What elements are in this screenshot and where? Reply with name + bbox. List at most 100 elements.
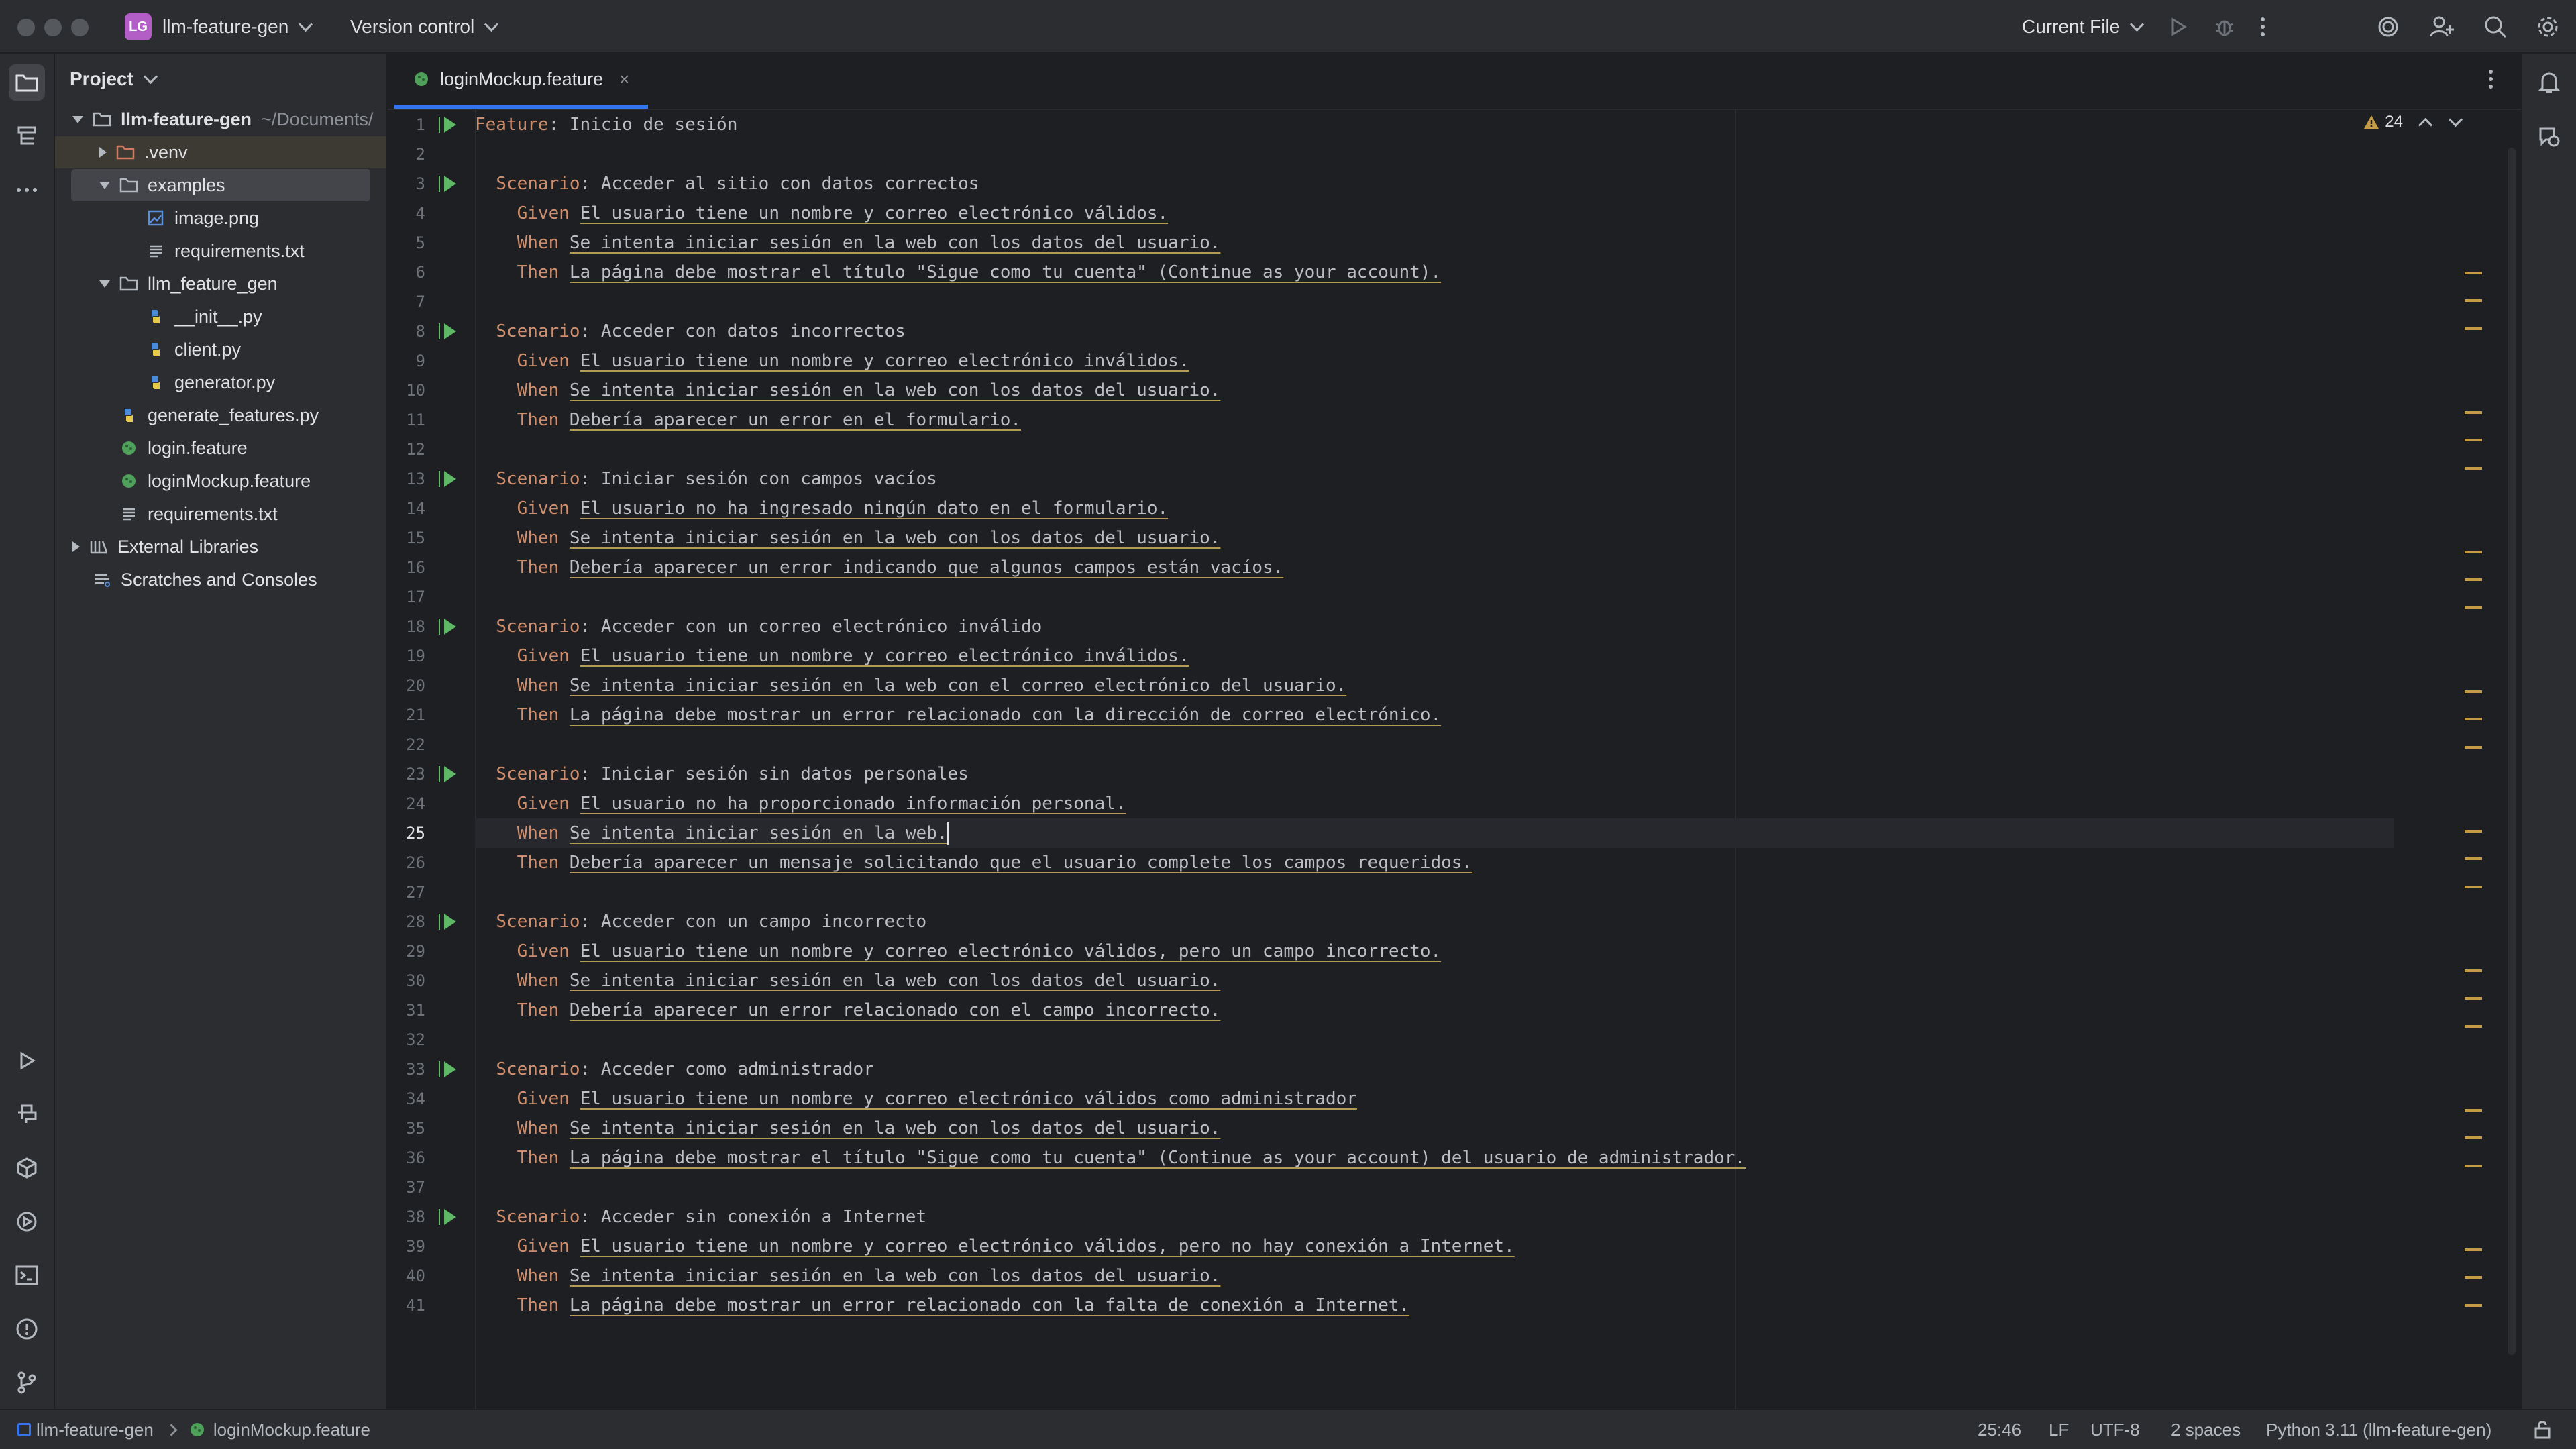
- tree-item[interactable]: llm_feature_gen: [55, 268, 386, 300]
- indent-setting[interactable]: 2 spaces: [2171, 1410, 2241, 1449]
- chevron-down-icon[interactable]: [2448, 112, 2463, 127]
- python-packages-button[interactable]: [9, 1150, 45, 1186]
- gear-icon: [2538, 17, 2558, 37]
- run-scenario-icon[interactable]: [439, 1209, 456, 1225]
- ai-chat-button[interactable]: [2531, 118, 2567, 154]
- tree-item[interactable]: image.png: [55, 202, 386, 234]
- run-scenario-icon[interactable]: [439, 471, 456, 487]
- tree-item[interactable]: External Libraries: [55, 531, 386, 563]
- warning-stripe-mark[interactable]: [2465, 411, 2482, 414]
- terminal-tool-button[interactable]: [9, 1257, 45, 1293]
- editor-gutter[interactable]: 1 2 3 4 5 6 7 8 9 10 11 12 13 14 15 16 17 18 19 20 21 22 23 24 2…: [388, 110, 475, 1409]
- editor-tab-loginmockup[interactable]: loginMockup.feature ×: [394, 54, 649, 109]
- more-tools-button[interactable]: [9, 172, 45, 208]
- line-separator[interactable]: LF: [2049, 1410, 2069, 1449]
- breadcrumb-project[interactable]: llm-feature-gen: [36, 1419, 154, 1440]
- code-with-me-button[interactable]: [2427, 12, 2457, 42]
- warning-stripe-mark[interactable]: [2465, 690, 2482, 693]
- settings-button[interactable]: [2533, 12, 2563, 42]
- warning-stripe-mark[interactable]: [2465, 1276, 2482, 1279]
- window-close-button[interactable]: [17, 19, 35, 36]
- caret-position[interactable]: 25:46: [1978, 1410, 2021, 1449]
- warning-stripe-mark[interactable]: [2465, 550, 2482, 553]
- tree-item[interactable]: examples: [71, 169, 370, 201]
- gherkin-keyword: Then: [517, 262, 559, 282]
- warning-stripe-mark[interactable]: [2465, 439, 2482, 442]
- tree-item[interactable]: requirements.txt: [55, 498, 386, 530]
- tree-item[interactable]: requirements.txt: [55, 235, 386, 267]
- run-scenario-icon[interactable]: [439, 1061, 456, 1077]
- problems-tool-button[interactable]: [9, 1311, 45, 1347]
- tree-item[interactable]: generator.py: [55, 366, 386, 398]
- chevron-down-icon[interactable]: [99, 181, 110, 189]
- more-actions-button[interactable]: [2259, 0, 2266, 54]
- tree-item[interactable]: Scratches and Consoles: [55, 564, 386, 596]
- warning-stripe-mark[interactable]: [2465, 1165, 2482, 1167]
- file-encoding[interactable]: UTF-8: [2090, 1410, 2140, 1449]
- version-control-menu[interactable]: Version control: [350, 0, 499, 54]
- run-scenario-icon[interactable]: [439, 117, 456, 133]
- tree-item[interactable]: client.py: [55, 333, 386, 366]
- warning-stripe-mark[interactable]: [2465, 606, 2482, 609]
- warning-stripe-mark[interactable]: [2465, 857, 2482, 861]
- run-scenario-icon[interactable]: [439, 914, 456, 930]
- run-scenario-icon[interactable]: [439, 766, 456, 782]
- run-button[interactable]: [2168, 0, 2188, 54]
- tree-item-label: Scratches and Consoles: [121, 569, 317, 590]
- window-zoom-button[interactable]: [71, 19, 89, 36]
- warning-stripe-mark[interactable]: [2465, 467, 2482, 470]
- warning-stripe-mark[interactable]: [2465, 1108, 2482, 1112]
- project-switcher[interactable]: LG llm-feature-gen: [125, 0, 313, 54]
- warning-stripe-mark[interactable]: [2465, 1136, 2482, 1140]
- ai-assistant-button[interactable]: [2373, 12, 2403, 42]
- close-tab-button[interactable]: ×: [619, 69, 629, 90]
- structure-tool-button[interactable]: [9, 118, 45, 154]
- window-minimize-button[interactable]: [44, 19, 62, 36]
- project-panel-header[interactable]: Project: [70, 68, 158, 90]
- chevron-right-icon[interactable]: [99, 147, 107, 158]
- run-tool-button[interactable]: [9, 1042, 45, 1079]
- warning-stripe-mark[interactable]: [2465, 829, 2482, 833]
- search-everywhere-button[interactable]: [2481, 12, 2510, 42]
- warning-stripe-mark[interactable]: [2465, 997, 2482, 1000]
- inspection-widget[interactable]: 24: [2363, 112, 2463, 132]
- gherkin-keyword: When: [517, 528, 559, 548]
- python-console-button[interactable]: [9, 1096, 45, 1132]
- git-tool-button[interactable]: [9, 1364, 45, 1401]
- chevron-right-icon[interactable]: [72, 541, 80, 552]
- tree-item[interactable]: __init__.py: [55, 301, 386, 333]
- run-scenario-icon[interactable]: [439, 619, 456, 635]
- run-scenario-icon[interactable]: [439, 323, 456, 339]
- run-scenario-icon[interactable]: [439, 176, 456, 192]
- python-interpreter[interactable]: Python 3.11 (llm-feature-gen): [2266, 1410, 2491, 1449]
- vertical-scrollbar[interactable]: [2508, 148, 2516, 1355]
- run-configuration-selector[interactable]: Current File: [2022, 0, 2145, 54]
- services-tool-button[interactable]: [9, 1203, 45, 1240]
- tree-item[interactable]: .venv: [55, 136, 386, 168]
- warning-stripe-mark[interactable]: [2465, 271, 2482, 274]
- tree-item[interactable]: generate_features.py: [55, 399, 386, 431]
- warning-stripe-mark[interactable]: [2465, 746, 2482, 749]
- warning-stripe-mark[interactable]: [2465, 299, 2482, 303]
- breadcrumb-file[interactable]: loginMockup.feature: [213, 1419, 370, 1440]
- warning-stripe-mark[interactable]: [2465, 718, 2482, 721]
- debug-button[interactable]: [2214, 0, 2235, 54]
- warning-stripe-mark[interactable]: [2465, 578, 2482, 582]
- warning-stripe-mark[interactable]: [2465, 885, 2482, 888]
- project-tool-button[interactable]: [9, 64, 45, 101]
- read-only-toggle[interactable]: [2533, 1410, 2552, 1449]
- chevron-down-icon[interactable]: [72, 115, 83, 123]
- warning-stripe-mark[interactable]: [2465, 969, 2482, 972]
- warning-stripe-mark[interactable]: [2465, 1025, 2482, 1028]
- code-content[interactable]: Feature: Inicio de sesión Scenario: Acce…: [475, 110, 2481, 1409]
- tab-options-button[interactable]: [2487, 68, 2494, 93]
- notifications-button[interactable]: [2531, 64, 2567, 101]
- tree-item[interactable]: llm-feature-gen ~/Documents/: [55, 103, 386, 136]
- warning-stripe-mark[interactable]: [2465, 327, 2482, 330]
- tree-item[interactable]: login.feature: [55, 432, 386, 464]
- chevron-up-icon[interactable]: [2418, 117, 2433, 132]
- warning-stripe-mark[interactable]: [2465, 1248, 2482, 1251]
- tree-item[interactable]: loginMockup.feature: [55, 465, 386, 497]
- chevron-down-icon[interactable]: [99, 280, 110, 288]
- warning-stripe-mark[interactable]: [2465, 1304, 2482, 1307]
